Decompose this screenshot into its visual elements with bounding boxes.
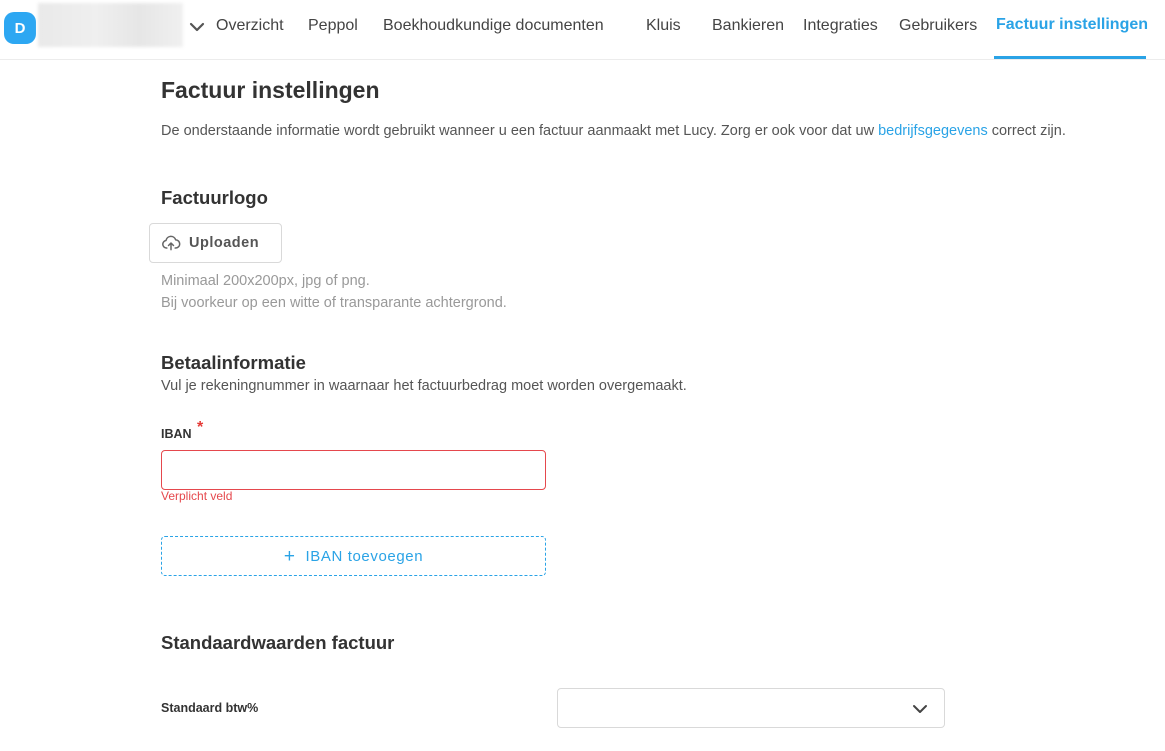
default-vat-label: Standaard btw% bbox=[161, 701, 259, 715]
upload-logo-button[interactable]: Uploaden bbox=[149, 223, 282, 263]
nav-kluis[interactable]: Kluis bbox=[646, 17, 681, 35]
nav-gebruikers[interactable]: Gebruikers bbox=[899, 17, 977, 35]
iban-error-message: Verplicht veld bbox=[161, 489, 233, 503]
company-name-blurred[interactable] bbox=[38, 3, 183, 47]
company-avatar[interactable]: D bbox=[4, 12, 36, 44]
page-title: Factuur instellingen bbox=[161, 77, 380, 103]
chevron-down-icon[interactable] bbox=[188, 18, 206, 36]
add-iban-label: IBAN toevoegen bbox=[305, 547, 424, 565]
cloud-upload-icon bbox=[162, 235, 181, 251]
logo-hint-size: Minimaal 200x200px, jpg of png. bbox=[161, 273, 370, 289]
iban-input[interactable] bbox=[161, 450, 546, 490]
required-asterisk: * bbox=[197, 419, 204, 436]
page-intro: De onderstaande informatie wordt gebruik… bbox=[161, 123, 1066, 139]
top-navigation: D Overzicht Peppol Boekhoudkundige docum… bbox=[0, 0, 1165, 60]
defaults-section-title: Standaardwaarden factuur bbox=[161, 632, 395, 653]
logo-section-title: Factuurlogo bbox=[161, 187, 268, 208]
nav-overzicht[interactable]: Overzicht bbox=[216, 17, 284, 35]
chevron-down-icon bbox=[913, 705, 927, 713]
add-iban-button[interactable]: + IBAN toevoegen bbox=[161, 536, 546, 576]
logo-hint-background: Bij voorkeur op een witte of transparant… bbox=[161, 295, 507, 311]
nav-peppol[interactable]: Peppol bbox=[308, 17, 358, 35]
default-vat-select[interactable] bbox=[557, 688, 945, 728]
nav-bankieren[interactable]: Bankieren bbox=[712, 17, 784, 35]
plus-icon: + bbox=[283, 545, 296, 567]
payment-section-title: Betaalinformatie bbox=[161, 352, 306, 373]
nav-factuur-instellingen[interactable]: Factuur instellingen bbox=[996, 16, 1148, 34]
company-details-link[interactable]: bedrijfsgegevens bbox=[878, 123, 988, 139]
nav-boekhoudkundige-documenten[interactable]: Boekhoudkundige documenten bbox=[383, 17, 604, 35]
intro-text-end: correct zijn. bbox=[987, 123, 1066, 139]
nav-integraties[interactable]: Integraties bbox=[803, 17, 878, 35]
active-tab-indicator bbox=[994, 56, 1146, 59]
iban-label: IBAN bbox=[161, 427, 192, 441]
intro-text-start: De onderstaande informatie wordt gebruik… bbox=[161, 123, 879, 139]
upload-button-label: Uploaden bbox=[189, 235, 260, 251]
payment-section-subtitle: Vul je rekeningnummer in waarnaar het fa… bbox=[161, 378, 687, 394]
